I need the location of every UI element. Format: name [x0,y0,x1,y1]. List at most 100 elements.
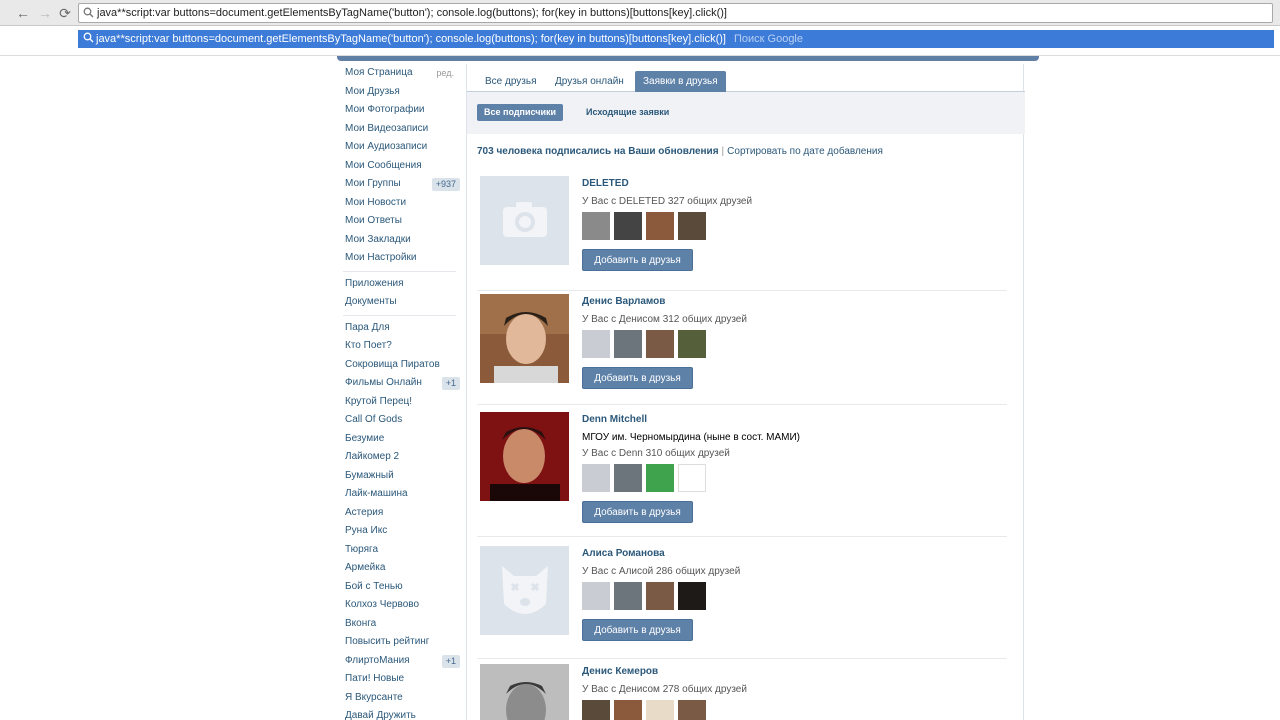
sidebar-item-label: Мои Настройки [345,252,417,263]
back-arrow-icon[interactable]: ← [14,4,32,22]
add-friend-button[interactable]: Добавить в друзья [582,249,693,271]
person-name[interactable]: Денис Кемеров [582,666,658,677]
sidebar-item-videos[interactable]: Мои Видеозаписи [337,120,462,139]
tab-friends-online[interactable]: Друзья онлайн [547,71,632,92]
edit-link[interactable]: ред. [436,64,454,83]
add-friend-button[interactable]: Добавить в друзья [582,619,693,641]
mutual-friend-avatar[interactable] [678,330,706,358]
suggestion-query: java**script:var buttons=document.getEle… [96,33,726,45]
person-name[interactable]: Денис Варламов [582,296,665,307]
mutual-friend-avatar[interactable] [614,464,642,492]
mutual-friend-avatar[interactable] [614,212,642,240]
add-friend-button[interactable]: Добавить в друзья [582,367,693,389]
mutual-friends-text: У Вас с Алисой 286 общих друзей [582,566,741,577]
sidebar-item-photos[interactable]: Мои Фотографии [337,101,462,120]
sidebar-app-item[interactable]: Руна Икс [337,522,462,541]
mutual-friend-avatar[interactable] [614,330,642,358]
sidebar-app-item[interactable]: Армейка [337,559,462,578]
subtab-all-subscribers[interactable]: Все подписчики [477,104,564,121]
avatar[interactable] [480,412,569,501]
sidebar-app-item[interactable]: Сокровища Пиратов [337,356,462,375]
sidebar-item-label: Крутой Перец! [345,395,413,407]
browser-toolbar: ← → ⟳ java**script:var buttons=document.… [0,0,1280,26]
list-divider [477,536,1007,537]
person-name[interactable]: Алиса Романова [582,548,665,559]
sidebar-item-friends[interactable]: Мои Друзья [337,83,462,102]
vk-header-strip [337,56,1039,61]
mutual-friend-avatar[interactable] [582,700,610,720]
person-name[interactable]: Denn Mitchell [582,414,647,425]
sidebar-item-my-page[interactable]: Моя Страница ред. [337,64,462,83]
friends-content: Все друзья Друзья онлайн Заявки в друзья… [466,64,1025,720]
sidebar-app-item[interactable]: Фильмы Онлайн +1 [337,374,462,393]
avatar[interactable] [480,176,569,265]
sidebar-app-item[interactable]: Пара Для [337,319,462,338]
sidebar-item-messages[interactable]: Мои Сообщения [337,157,462,176]
sidebar-app-item[interactable]: Пати! Новые [337,670,462,689]
forward-arrow-icon[interactable]: → [36,4,54,22]
mutual-friend-avatar[interactable] [678,700,706,720]
sidebar-item-audio[interactable]: Мои Аудиозаписи [337,138,462,157]
sidebar-item-news[interactable]: Мои Новости [337,194,462,213]
mutual-friend-avatar[interactable] [582,582,610,610]
summary-separator: | [721,146,725,157]
address-text[interactable]: java**script:var buttons=document.getEle… [97,7,727,19]
mutual-friend-avatar[interactable] [646,330,674,358]
add-friend-button[interactable]: Добавить в друзья [582,501,693,523]
app-notification-badge: +1 [441,654,460,668]
sidebar-item-label: Документы [345,296,397,307]
sidebar-item-apps[interactable]: Приложения [337,275,462,294]
avatar[interactable] [480,546,569,635]
groups-count-badge: +937 [431,178,460,191]
broken-image-icon[interactable] [678,464,706,492]
sidebar-app-item[interactable]: Давай Дружить [337,707,462,720]
mutual-friend-avatar[interactable] [646,582,674,610]
sidebar-item-documents[interactable]: Документы [337,293,462,312]
sidebar-app-item[interactable]: Я Вкурсанте [337,689,462,708]
omnibox-suggestions: java**script:var buttons=document.getEle… [0,26,1280,56]
mutual-friend-avatar[interactable] [582,330,610,358]
sidebar-app-item[interactable]: Лайкомер 2 [337,448,462,467]
sidebar-app-item[interactable]: Call Of Gods [337,411,462,430]
subtab-outgoing-requests[interactable]: Исходящие заявки [579,104,676,121]
suggestion-row[interactable]: java**script:var buttons=document.getEle… [78,30,1274,48]
sidebar-app-item[interactable]: Безумие [337,430,462,449]
mutual-friend-avatar[interactable] [646,464,674,492]
sidebar-item-label: Лайк-машина [345,488,408,499]
tab-friend-requests[interactable]: Заявки в друзья [635,71,726,92]
mutual-friend-avatar[interactable] [678,212,706,240]
sidebar-app-item[interactable]: Лайк-машина [337,485,462,504]
mutual-friend-avatar[interactable] [582,464,610,492]
mutual-friends-text: У Вас с Denn 310 общих друзей [582,448,730,459]
sidebar-app-item[interactable]: Тюряга [337,541,462,560]
sort-by-date-link[interactable]: Сортировать по дате добавления [727,146,883,157]
sidebar-item-answers[interactable]: Мои Ответы [337,212,462,231]
sidebar-app-item[interactable]: Повысить рейтинг [337,633,462,652]
sidebar-app-item[interactable]: ФлиртоМания +1 [337,652,462,671]
sidebar-app-item[interactable]: Астерия [337,504,462,523]
mutual-friend-avatar[interactable] [614,582,642,610]
mutual-friend-avatar[interactable] [646,700,674,720]
sidebar-app-item[interactable]: Кто Поет? [337,337,462,356]
tab-all-friends[interactable]: Все друзья [477,71,545,92]
sidebar-app-item[interactable]: Вконга [337,615,462,634]
sidebar-item-bookmarks[interactable]: Мои Закладки [337,231,462,250]
mutual-friend-avatar[interactable] [678,582,706,610]
sidebar-app-item[interactable]: Бумажный [337,467,462,486]
sidebar-item-label: Армейка [345,562,386,573]
avatar[interactable] [480,294,569,383]
address-bar[interactable]: java**script:var buttons=document.getEle… [78,3,1273,23]
sidebar-app-item[interactable]: Крутой Перец! [337,393,462,412]
sidebar-item-label: Вконга [345,617,377,629]
mutual-friend-avatar[interactable] [646,212,674,240]
person-name[interactable]: DELETED [582,178,629,189]
sidebar-item-settings[interactable]: Мои Настройки [337,249,462,268]
sidebar-app-item[interactable]: Бой с Тенью [337,578,462,597]
mutual-friend-avatar[interactable] [614,700,642,720]
sidebar-item-groups[interactable]: Мои Группы +937 [337,175,462,194]
search-icon [83,32,94,46]
avatar[interactable] [480,664,569,720]
reload-icon[interactable]: ⟳ [56,4,74,22]
mutual-friend-avatar[interactable] [582,212,610,240]
sidebar-app-item[interactable]: Колхоз Червово [337,596,462,615]
